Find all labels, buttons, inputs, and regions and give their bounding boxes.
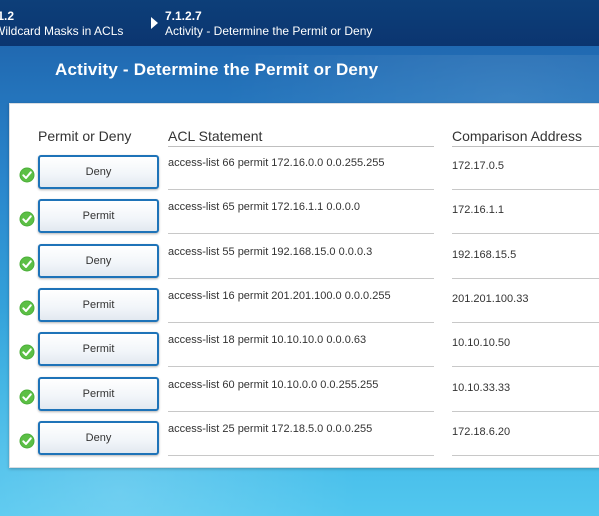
comparison-address: 172.17.0.5 (452, 160, 504, 172)
permit-deny-button[interactable]: Deny (38, 420, 159, 455)
permit-deny-button[interactable]: Permit (38, 199, 159, 234)
table-row: Deny access-list 66 permit 172.16.0.0 0.… (10, 155, 599, 199)
row-divider (168, 189, 434, 190)
check-circle-icon (19, 433, 35, 449)
row-divider (452, 277, 599, 279)
breadcrumb-previous-number: .1.2 (0, 9, 15, 23)
table-row: Permit access-list 16 permit 201.201.100… (10, 287, 599, 332)
check-circle-icon (19, 211, 35, 227)
comparison-address: 201.201.100.33 (452, 292, 529, 305)
breadcrumb-previous-label: Wildcard Masks in ACLs (0, 24, 124, 38)
check-circle-icon (19, 300, 35, 316)
header-divider (168, 146, 434, 147)
row-divider (168, 366, 434, 368)
row-divider (168, 454, 434, 456)
row-divider (452, 410, 599, 412)
table-row: Permit access-list 65 permit 172.16.1.1 … (10, 199, 599, 243)
permit-deny-button[interactable]: Permit (38, 376, 159, 411)
row-divider (452, 233, 599, 235)
check-circle-icon (19, 256, 35, 272)
permit-deny-button[interactable]: Permit (38, 287, 159, 322)
table-row: Deny access-list 25 permit 172.18.5.0 0.… (10, 420, 599, 465)
breadcrumb-current-number: 7.1.2.7 (165, 9, 202, 23)
table-row: Permit access-list 18 permit 10.10.10.0 … (10, 332, 599, 376)
row-divider (168, 233, 434, 235)
acl-statement: access-list 65 permit 172.16.1.1 0.0.0.0 (168, 201, 360, 214)
acl-statement: access-list 66 permit 172.16.0.0 0.0.255… (168, 157, 385, 169)
column-header-acl-statement: ACL Statement (168, 128, 263, 144)
row-divider (452, 366, 599, 368)
activity-panel: Permit or Deny ACL Statement Comparison … (9, 103, 599, 468)
acl-statement: access-list 25 permit 172.18.5.0 0.0.0.2… (168, 422, 373, 435)
comparison-address: 172.18.6.20 (452, 425, 511, 438)
comparison-address: 172.16.1.1 (452, 204, 504, 217)
comparison-address: 10.10.10.50 (452, 337, 511, 350)
breadcrumb-current: 7.1.2.7 Activity - Determine the Permit … (165, 9, 372, 39)
permit-deny-button[interactable]: Deny (38, 243, 159, 278)
column-header-comparison-address: Comparison Address (452, 128, 582, 144)
permit-deny-button[interactable]: Permit (38, 332, 159, 367)
header-divider (452, 146, 599, 147)
comparison-address: 10.10.33.33 (452, 381, 511, 394)
row-divider (168, 277, 434, 279)
check-circle-icon (19, 167, 35, 183)
acl-statement: access-list 60 permit 10.10.0.0 0.0.255.… (168, 378, 379, 391)
row-divider (452, 321, 599, 323)
activity-title: Activity - Determine the Permit or Deny (55, 60, 379, 79)
acl-statement: access-list 16 permit 201.201.100.0 0.0.… (168, 289, 391, 302)
row-divider (168, 410, 434, 412)
check-circle-icon (19, 389, 35, 404)
permit-deny-button[interactable]: Deny (38, 155, 159, 189)
breadcrumb-bar: .1.2 Wildcard Masks in ACLs 7.1.2.7 Acti… (0, 0, 599, 46)
acl-statement: access-list 55 permit 192.168.15.0 0.0.0… (168, 245, 373, 258)
column-header-permit-or-deny: Permit or Deny (38, 128, 132, 144)
acl-statement: access-list 18 permit 10.10.10.0 0.0.0.6… (168, 334, 367, 347)
triangle-right-icon (151, 17, 158, 29)
row-divider (452, 189, 599, 190)
breadcrumb-current-label: Activity - Determine the Permit or Deny (165, 24, 373, 38)
table-row: Permit access-list 60 permit 10.10.0.0 0… (10, 376, 599, 421)
row-divider (452, 454, 599, 456)
table-row: Deny access-list 55 permit 192.168.15.0 … (10, 243, 599, 288)
breadcrumb-previous[interactable]: .1.2 Wildcard Masks in ACLs (0, 9, 123, 39)
comparison-address: 192.168.15.5 (452, 248, 517, 261)
check-circle-icon (19, 344, 35, 360)
row-divider (168, 321, 434, 323)
